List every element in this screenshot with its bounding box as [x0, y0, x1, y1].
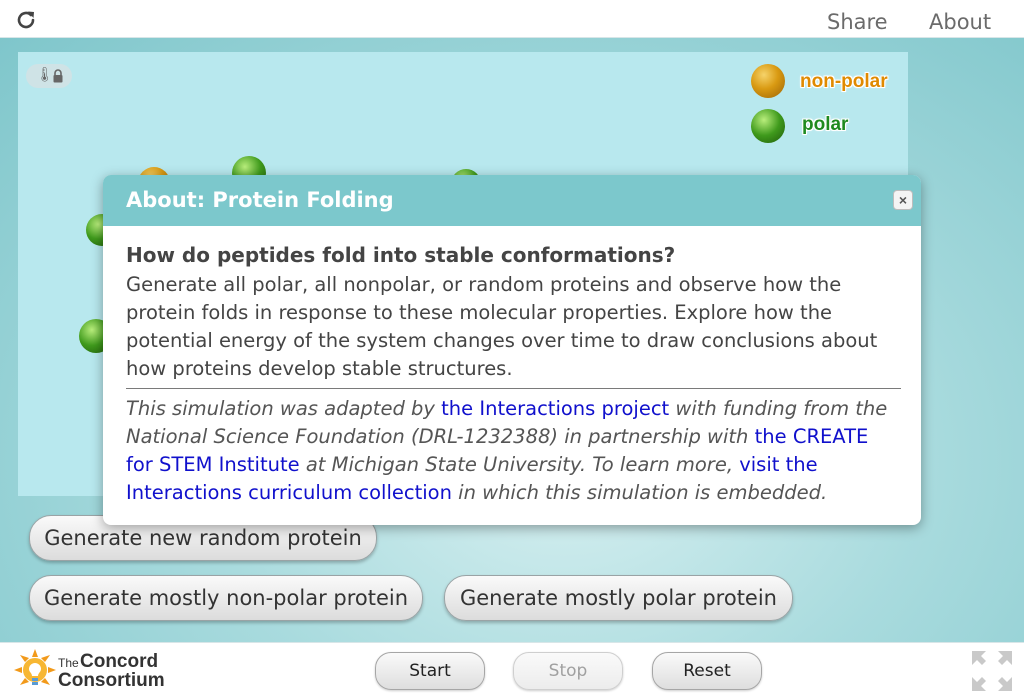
divider	[126, 388, 901, 389]
lock-icon[interactable]	[52, 69, 64, 83]
dialog-body: How do peptides fold into stable conform…	[126, 241, 901, 507]
about-link[interactable]: About	[929, 10, 991, 34]
polar-legend-ball	[751, 109, 785, 143]
credit-text: at Michigan State University. To learn m…	[299, 453, 740, 476]
logo-text-consortium: Consortium	[58, 670, 165, 691]
dialog-title: About: Protein Folding	[126, 188, 394, 212]
sim-tools: 🌡	[26, 64, 72, 88]
credit-text: This simulation was adapted by	[126, 397, 442, 420]
reload-icon[interactable]	[14, 8, 38, 32]
close-button[interactable]: ×	[893, 190, 913, 210]
stop-button[interactable]: Stop	[513, 652, 623, 690]
logo-text-the: The	[58, 656, 79, 670]
non-polar-legend-ball	[751, 64, 785, 98]
dialog-description: Generate all polar, all nonpolar, or ran…	[126, 273, 878, 380]
generate-polar-protein-button[interactable]: Generate mostly polar protein	[444, 575, 793, 621]
legend-label-polar: polar	[802, 114, 849, 135]
concord-logo-icon	[14, 649, 56, 685]
credit-text: in which this simulation is embedded.	[451, 481, 828, 504]
bottom-bar: The Concord Consortium Start Stop Reset	[0, 642, 1024, 700]
start-button[interactable]: Start	[375, 652, 485, 690]
fullscreen-icon[interactable]	[970, 649, 1014, 693]
about-dialog: About: Protein Folding × How do peptides…	[103, 175, 921, 525]
reset-button[interactable]: Reset	[652, 652, 762, 690]
generate-nonpolar-protein-button[interactable]: Generate mostly non-polar protein	[29, 575, 423, 621]
dialog-credit: This simulation was adapted by the Inter…	[126, 395, 901, 507]
interactions-project-link[interactable]: the Interactions project	[441, 397, 669, 420]
top-bar: Share About	[0, 0, 1024, 38]
dialog-question: How do peptides fold into stable conform…	[126, 243, 676, 267]
share-link[interactable]: Share	[827, 10, 888, 34]
dialog-header: About: Protein Folding ×	[103, 175, 921, 226]
legend-label-non-polar: non-polar	[800, 71, 888, 92]
